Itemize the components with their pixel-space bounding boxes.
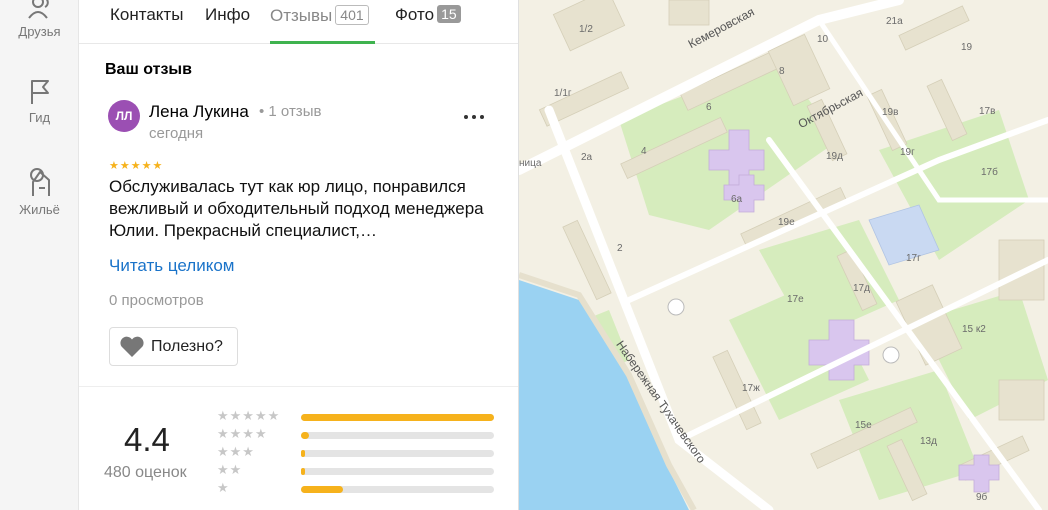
friends-icon [27, 0, 49, 19]
tab-photos[interactable]: Фото 15 [395, 5, 461, 25]
distribution-stars: ★★★★ [217, 426, 268, 441]
rail-item-label: Друзья [18, 24, 61, 39]
house-number: 15 к2 [962, 324, 986, 335]
rating-summary: 4.4 480 оценок ★★★★★ ★★★★ ★★★ ★★ ★ [79, 386, 518, 510]
rating-distribution-row: ★★ [217, 462, 497, 478]
more-options-button[interactable] [459, 105, 489, 129]
organization-panel: Контакты Инфо Отзывы 401 Фото 15 Ваш отзыв… [79, 0, 519, 510]
tab-info[interactable]: Инфо [205, 5, 250, 25]
your-review-heading: Ваш отзыв [105, 61, 192, 78]
house-number: 17е [787, 294, 804, 305]
house-number: 6а [731, 194, 743, 205]
avatar[interactable]: ЛЛ [108, 100, 140, 132]
house-number: 17ж [742, 383, 760, 394]
house-number: 9б [976, 492, 988, 503]
house-number: 19д [826, 151, 843, 162]
distribution-track [301, 450, 494, 457]
distribution-stars: ★ [217, 480, 230, 495]
distribution-fill [301, 450, 305, 457]
photos-count-badge: 15 [437, 5, 461, 23]
author-review-count: • 1 отзыв [259, 103, 322, 120]
useful-button[interactable]: Полезно? [109, 327, 238, 366]
review-text: Обслуживалась тут как юр лицо, понравилс… [109, 177, 484, 240]
house-number: 19в [882, 107, 899, 118]
distribution-fill [301, 468, 305, 475]
distribution-stars: ★★★ [217, 444, 255, 459]
house-number: 19е [778, 217, 795, 228]
tab-reviews[interactable]: Отзывы 401 [270, 5, 369, 26]
house-number: 10 [817, 34, 829, 45]
rail-item-guide[interactable]: Гид [0, 78, 79, 125]
house-number: 19г [900, 147, 915, 158]
reviews-count-badge: 401 [335, 5, 369, 25]
rail-item-housing[interactable]: Жильё [0, 166, 79, 217]
place-label: ница [519, 158, 542, 169]
author-name[interactable]: Лена Лукина [149, 102, 249, 122]
house-number: 15е [855, 420, 872, 431]
dot-icon [480, 115, 484, 119]
distribution-stars: ★★★★★ [217, 408, 281, 423]
housing-icon [29, 168, 50, 196]
distribution-track [301, 486, 494, 493]
distribution-track [301, 432, 494, 439]
house-number: 1/1г [554, 88, 572, 99]
house-number: 2а [581, 152, 593, 163]
house-number: 8 [779, 66, 785, 77]
dot-icon [464, 115, 468, 119]
rating-value: 4.4 [124, 421, 170, 458]
tab-contacts[interactable]: Контакты [110, 5, 183, 25]
left-rail: Друзья Гид Жильё [0, 0, 79, 510]
useful-label: Полезно? [151, 337, 223, 355]
distribution-track [301, 468, 494, 475]
house-number: 13д [920, 436, 937, 447]
house-number: 2 [617, 243, 623, 254]
review-date: сегодня [149, 125, 204, 142]
house-number: 1/2 [579, 24, 593, 35]
read-more-link[interactable]: Читать целиком [109, 256, 235, 276]
dot-icon [472, 115, 476, 119]
house-number: 6 [706, 102, 712, 113]
rail-item-label: Жильё [19, 202, 60, 217]
distribution-stars: ★★ [217, 462, 243, 477]
house-number: 17д [853, 283, 870, 294]
distribution-fill [301, 432, 309, 439]
rail-item-friends[interactable]: Друзья [0, 0, 79, 39]
tab-bar: Контакты Инфо Отзывы 401 Фото 15 [79, 0, 518, 44]
house-number: 19 [961, 42, 973, 53]
house-number: 17в [979, 106, 996, 117]
rating-distribution-row: ★★★★ [217, 426, 497, 442]
review-views: 0 просмотров [109, 292, 204, 309]
poi-marker [882, 346, 900, 364]
rating-count: 480 оценок [104, 464, 187, 481]
heart-icon [120, 336, 144, 357]
house-number: 17г [906, 253, 921, 264]
distribution-fill [301, 414, 494, 421]
rail-item-label: Гид [28, 110, 51, 125]
review-star-rating: ★★★★★ [109, 160, 164, 172]
poi-marker [667, 298, 685, 316]
flag-icon [30, 80, 49, 104]
active-tab-indicator [270, 41, 375, 44]
house-number: 4 [641, 146, 647, 157]
map-view[interactable]: Кемеровская Октябрьская Набережная Тухач… [519, 0, 1048, 510]
rating-distribution-row: ★★★ [217, 444, 497, 460]
house-number: 21а [886, 16, 903, 27]
distribution-track [301, 414, 494, 421]
house-number: 17б [981, 167, 998, 178]
rating-distribution-row: ★★★★★ [217, 408, 497, 424]
distribution-fill [301, 486, 344, 493]
rating-distribution-row: ★ [217, 480, 497, 496]
